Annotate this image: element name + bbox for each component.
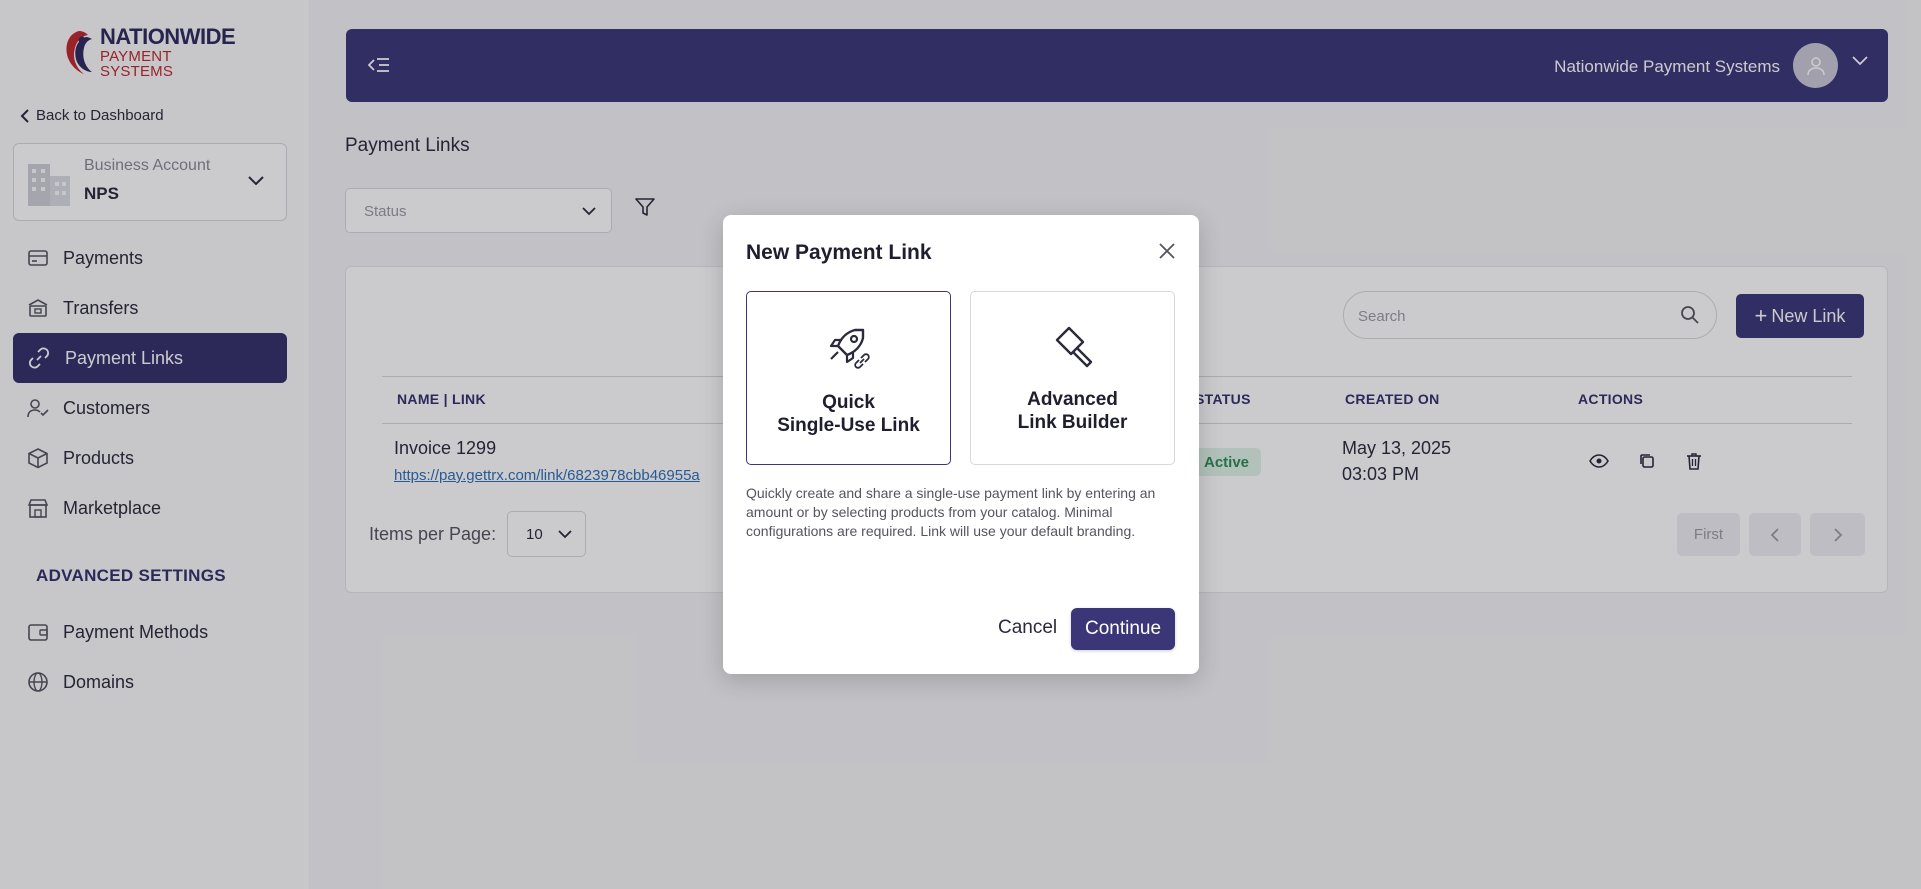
new-payment-link-dialog: New Payment Link Quick Single-Use Link A… bbox=[723, 215, 1199, 674]
option-description: Quickly create and share a single-use pa… bbox=[746, 485, 1156, 539]
option-label: Advanced Link Builder bbox=[1017, 389, 1128, 433]
option-label: Quick Single-Use Link bbox=[777, 392, 920, 436]
rocket-link-icon bbox=[829, 328, 870, 369]
advanced-link-builder-option[interactable]: Advanced Link Builder bbox=[970, 291, 1175, 465]
quick-single-use-link-option[interactable]: Quick Single-Use Link bbox=[746, 291, 951, 465]
dialog-title: New Payment Link bbox=[746, 241, 932, 264]
close-icon[interactable] bbox=[1159, 243, 1175, 259]
continue-button[interactable]: Continue bbox=[1071, 608, 1175, 650]
hammer-icon bbox=[1055, 326, 1092, 368]
cancel-button[interactable]: Cancel bbox=[998, 617, 1057, 639]
